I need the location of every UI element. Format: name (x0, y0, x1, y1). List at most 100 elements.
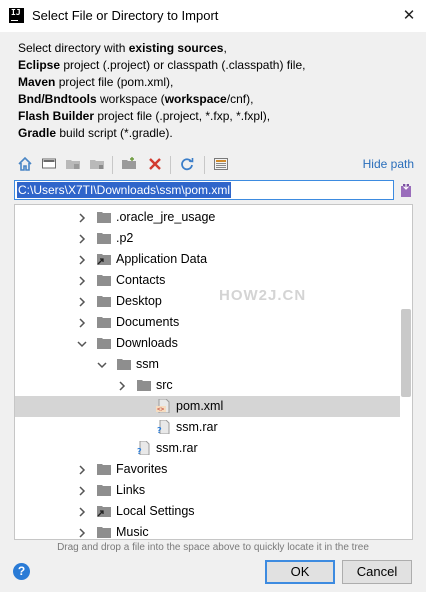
ok-button[interactable]: OK (265, 560, 335, 584)
description-text: Flash Builder (18, 109, 95, 123)
description-text: Bnd/Bndtools (18, 92, 97, 106)
unknown-file-icon: ? (156, 419, 172, 435)
description-line: Gradle build script (*.gradle). (18, 125, 305, 142)
description-text: workspace ( (96, 92, 165, 106)
tree-row-label: Application Data (116, 252, 208, 266)
tree-row[interactable]: <> pom.xml (15, 396, 400, 417)
tree-row[interactable]: Music (15, 522, 400, 539)
tree-row[interactable]: Favorites (15, 459, 400, 480)
maven-file-icon: <> (156, 398, 172, 414)
description-line: Bnd/Bndtools workspace (workspace/cnf), (18, 91, 305, 108)
chevron-right-icon[interactable] (77, 485, 87, 496)
new-folder-icon[interactable] (120, 156, 138, 174)
tree-row[interactable]: ssm (15, 354, 400, 375)
tree-row[interactable]: .oracle_jre_usage (15, 207, 400, 228)
tree-row-label: Music (116, 525, 149, 539)
chevron-right-icon[interactable] (77, 317, 87, 328)
tree-row[interactable]: Local Settings (15, 501, 400, 522)
chevron-right-icon[interactable] (117, 380, 127, 391)
toolbar-separator (112, 156, 113, 174)
tree-row-label: ssm (136, 357, 159, 371)
hide-path-link[interactable]: Hide path (363, 157, 414, 171)
tree-row-label: .oracle_jre_usage (116, 210, 216, 224)
tree-row-label: Favorites (116, 462, 168, 476)
description-text: , (223, 41, 227, 55)
unknown-file-icon: ? (136, 440, 152, 456)
file-tree[interactable]: Music Local Settings Links Favorites? ssm.ra… (14, 204, 413, 540)
tree-row-label: .p2 (116, 231, 134, 245)
description-line: Select directory with existing sources, (18, 40, 305, 57)
close-icon[interactable]: ✕ (396, 3, 422, 29)
intellij-logo-icon: IJ (9, 8, 24, 23)
chevron-right-icon[interactable] (77, 254, 87, 265)
window-title: Select File or Directory to Import (32, 8, 219, 23)
refresh-icon[interactable] (178, 156, 196, 174)
tree-row[interactable]: Application Data (15, 249, 400, 270)
chevron-down-icon[interactable] (77, 338, 87, 348)
watermark: HOW2J.CN (219, 287, 307, 304)
tree-scrollbar[interactable] (401, 309, 411, 397)
tree-row[interactable]: src (15, 375, 400, 396)
tree-row[interactable]: Downloads (15, 333, 400, 354)
description-text: /cnf), (226, 92, 254, 106)
title-bar: IJ Select File or Directory to Import ✕ (0, 0, 426, 32)
home-icon[interactable] (16, 156, 34, 174)
folder-shortcut-icon (96, 504, 112, 518)
svg-text:?: ? (137, 447, 142, 455)
description: Select directory with existing sources, E… (18, 40, 305, 142)
folder-icon (96, 483, 112, 497)
description-line: Maven project file (pom.xml), (18, 74, 305, 91)
help-icon[interactable]: ? (13, 563, 30, 580)
description-text: project file (.project, *.fxp, *.fxpl), (94, 109, 271, 123)
folder-icon (96, 336, 112, 350)
folder-icon (96, 315, 112, 329)
delete-icon[interactable] (146, 156, 164, 174)
chevron-right-icon[interactable] (77, 506, 87, 517)
tree-row-label: Links (116, 483, 146, 497)
tree-row-label: ssm.rar (156, 441, 198, 455)
tree-row-label: pom.xml (176, 399, 224, 413)
path-input[interactable]: C:\Users\X7TI\Downloads\ssm\pom.xml (14, 180, 394, 200)
tree-row[interactable]: Desktop (15, 291, 400, 312)
description-text: project file (pom.xml), (55, 75, 174, 89)
folder-shortcut-icon (96, 252, 112, 266)
toolbar: Hide path (14, 153, 414, 177)
description-text: build script (*.gradle). (56, 126, 173, 140)
toolbar-separator (204, 156, 205, 174)
tree-row[interactable]: .p2 (15, 228, 400, 249)
tree-row-label: Documents (116, 315, 180, 329)
description-text: workspace (164, 92, 227, 106)
tree-row[interactable]: Contacts (15, 270, 400, 291)
path-history-icon[interactable] (398, 181, 414, 199)
desktop-icon[interactable] (40, 156, 58, 174)
toolbar-separator (170, 156, 171, 174)
svg-text:<>: <> (157, 406, 165, 413)
chevron-down-icon[interactable] (97, 359, 107, 369)
folder-icon (96, 273, 112, 287)
folder-icon (116, 357, 132, 371)
tree-row-label: Local Settings (116, 504, 195, 518)
description-line: Flash Builder project file (.project, *.… (18, 108, 305, 125)
chevron-right-icon[interactable] (77, 296, 87, 307)
chevron-right-icon[interactable] (77, 275, 87, 286)
folder-icon (136, 378, 152, 392)
description-text: project (.project) or classpath (.classp… (60, 58, 306, 72)
description-line: Eclipse project (.project) or classpath … (18, 57, 305, 74)
tree-row[interactable]: Links (15, 480, 400, 501)
svg-text:?: ? (157, 426, 162, 434)
folder-icon (96, 525, 112, 539)
description-text: Gradle (18, 126, 57, 140)
chevron-right-icon[interactable] (77, 212, 87, 223)
drag-drop-hint: Drag and drop a file into the space abov… (57, 542, 369, 553)
tree-row[interactable]: Documents (15, 312, 400, 333)
show-hidden-icon[interactable] (212, 156, 230, 174)
chevron-right-icon[interactable] (77, 527, 87, 538)
tree-row[interactable]: ? ssm.rar (15, 438, 400, 459)
tree-row[interactable]: ? ssm.rar (15, 417, 400, 438)
cancel-button[interactable]: Cancel (342, 560, 412, 584)
tree-row-label: Contacts (116, 273, 166, 287)
chevron-right-icon[interactable] (77, 464, 87, 475)
module-folder-icon (88, 156, 106, 174)
description-text: Select directory with (18, 41, 129, 55)
chevron-right-icon[interactable] (77, 233, 87, 244)
